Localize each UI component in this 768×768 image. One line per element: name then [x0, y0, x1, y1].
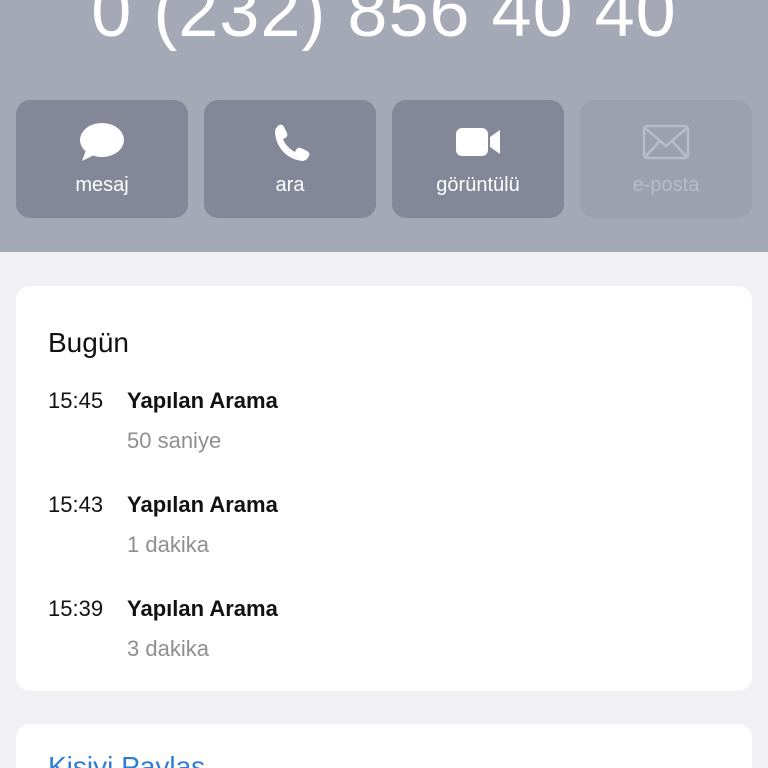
contact-header: 0 (232) 856 40 40 mesaj ara görüntülü e-… — [0, 0, 768, 252]
call-button[interactable]: ara — [204, 100, 376, 218]
call-duration: 3 dakika — [127, 636, 209, 661]
share-contact-card: Kişiyi Paylaş — [16, 724, 752, 768]
history-date-title: Bugün — [48, 327, 129, 358]
video-button-label: görüntülü — [436, 174, 520, 196]
message-bubble-icon — [80, 123, 124, 161]
call-time: 15:43 — [48, 492, 104, 517]
phone-number: 0 (232) 856 40 40 — [91, 0, 677, 52]
share-contact-link[interactable]: Kişiyi Paylaş — [48, 750, 205, 768]
call-time: 15:45 — [48, 388, 104, 413]
call-duration: 1 dakika — [127, 532, 209, 557]
email-button-label: e-posta — [632, 174, 700, 196]
call-time: 15:39 — [48, 596, 104, 621]
contact-detail-screen: 0 (232) 856 40 40 mesaj ara görüntülü e-… — [0, 0, 768, 768]
phone-icon — [275, 124, 310, 161]
call-type: Yapılan Arama — [127, 388, 278, 413]
call-type: Yapılan Arama — [127, 492, 278, 517]
video-camera-icon — [456, 128, 500, 156]
envelope-icon — [642, 124, 690, 160]
call-history-card: Bugün 15:45 Yapılan Arama 50 saniye 15:4… — [16, 286, 752, 691]
call-type: Yapılan Arama — [127, 596, 278, 621]
video-button[interactable]: görüntülü — [392, 100, 564, 218]
call-history-row: 15:39 Yapılan Arama 3 dakika — [48, 594, 728, 674]
call-history-row: 15:43 Yapılan Arama 1 dakika — [48, 490, 728, 570]
call-button-label: ara — [275, 174, 305, 196]
email-button[interactable]: e-posta — [580, 100, 752, 218]
call-duration: 50 saniye — [127, 428, 222, 453]
message-button[interactable]: mesaj — [16, 100, 188, 218]
message-button-label: mesaj — [75, 174, 129, 196]
call-history-row: 15:45 Yapılan Arama 50 saniye — [48, 386, 728, 466]
